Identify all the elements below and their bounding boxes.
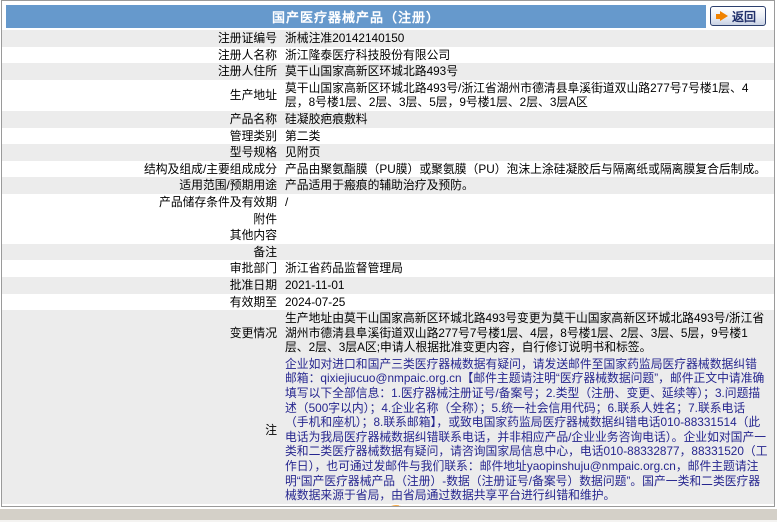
table-row: 产品名称 硅凝胶疤痕敷料	[2, 110, 774, 128]
table-row: 备注	[2, 243, 774, 261]
row-label: 附件	[253, 211, 277, 226]
row-value: /	[285, 194, 289, 209]
table-row: 管理类别 第二类	[2, 128, 774, 145]
row-value: 硅凝胶疤痕敷料	[285, 111, 368, 126]
table-row: 注册人住所 莫干山国家高新区环城北路493号	[2, 63, 774, 80]
row-label: 生产地址	[229, 88, 277, 103]
row-value: 浙械注准20142140150	[285, 31, 405, 45]
orange-ball-icon	[383, 505, 409, 506]
table-row: 批准日期 2021-11-01	[2, 276, 774, 294]
row-label: 其他内容	[229, 228, 277, 243]
row-value: 产品由聚氨酯膜（PU膜）或聚氨膜（PU）泡沫上涂硅凝胶后与隔离纸或隔离膜复合后制…	[285, 161, 767, 176]
row-value: 浙江省药品监督管理局	[285, 261, 403, 276]
row-label: 型号规格	[229, 145, 277, 160]
row-label: 注册人名称	[218, 47, 277, 62]
row-label: 变更情况	[229, 325, 277, 340]
table-row: 注 企业如对进口和国产三类医疗器械数据有疑问，请发送邮件至国家药监局医疗器械数据…	[2, 355, 774, 504]
back-button[interactable]: 返回	[710, 6, 766, 26]
row-label: 产品名称	[229, 111, 277, 126]
table-row: 审批部门 浙江省药品监督管理局	[2, 260, 774, 277]
table-row: 注册人名称 浙江隆泰医疗科技股份有限公司	[2, 47, 774, 64]
row-value: 第二类	[285, 128, 321, 143]
table-row: 有效期至 2024-07-25	[2, 294, 774, 311]
row-value: 莫干山国家高新区环城北路493号/浙江省湖州市德清县阜溪街道双山路277号7号楼…	[285, 80, 749, 110]
header: 国产医疗器械产品（注册） 返回	[6, 5, 770, 28]
row-value: 产品适用于瘢痕的辅助治疗及预防。	[285, 178, 474, 193]
registration-table: 注册证编号 浙械注准20142140150 注册人名称 浙江隆泰医疗科技股份有限…	[2, 30, 774, 504]
page-title: 国产医疗器械产品（注册）	[271, 10, 440, 25]
row-label: 有效期至	[229, 294, 277, 309]
header-bar: 国产医疗器械产品（注册）	[6, 5, 706, 28]
row-label: 备注	[253, 244, 277, 259]
row-label: 注	[265, 422, 277, 437]
footer: 返回	[2, 505, 774, 506]
table-row: 结构及组成/主要组成成分 产品由聚氨酯膜（PU膜）或聚氨膜（PU）泡沫上涂硅凝胶…	[2, 161, 774, 178]
row-label: 审批部门	[229, 261, 277, 276]
row-value: 2024-07-25	[285, 294, 346, 309]
table-row: 注册证编号 浙械注准20142140150	[2, 30, 774, 47]
table-row: 变更情况 生产地址由莫干山国家高新区环城北路493号变更为莫干山国家高新区环城北…	[2, 310, 774, 356]
table-row: 适用范围/预期用途 产品适用于瘢痕的辅助治疗及预防。	[2, 177, 774, 194]
row-label: 批准日期	[229, 277, 277, 292]
row-value: 生产地址由莫干山国家高新区环城北路493号变更为莫干山国家高新区环城北路493号…	[285, 311, 765, 355]
row-label: 结构及组成/主要组成成分	[143, 161, 277, 176]
row-value: 2021-11-01	[285, 277, 345, 292]
row-label: 适用范围/预期用途	[179, 178, 277, 193]
table-row: 产品储存条件及有效期 /	[2, 194, 774, 211]
arrow-right-icon	[715, 11, 728, 21]
table-row: 型号规格 见附页	[2, 144, 774, 161]
table-row: 其他内容	[2, 227, 774, 244]
page-frame: 国产医疗器械产品（注册） 返回 注册证编号 浙械注准20142140150 注册…	[1, 0, 775, 507]
bottom-strip	[0, 509, 777, 522]
row-label: 产品储存条件及有效期	[159, 194, 277, 209]
return-button[interactable]: 返回	[367, 505, 409, 506]
table-row: 附件	[2, 211, 774, 228]
row-value: 见附页	[285, 145, 321, 160]
row-value: 浙江隆泰医疗科技股份有限公司	[285, 47, 451, 62]
back-button-label: 返回	[731, 9, 756, 24]
row-value: 莫干山国家高新区环城北路493号	[285, 64, 459, 79]
row-label: 注册证编号	[218, 31, 277, 45]
table-row: 生产地址 莫干山国家高新区环城北路493号/浙江省湖州市德清县阜溪街道双山路27…	[2, 80, 774, 111]
row-label: 注册人住所	[218, 64, 277, 79]
row-value: 企业如对进口和国产三类医疗器械数据有疑问，请发送邮件至国家药监局医疗器械数据纠错…	[285, 356, 768, 503]
row-label: 管理类别	[229, 128, 277, 143]
